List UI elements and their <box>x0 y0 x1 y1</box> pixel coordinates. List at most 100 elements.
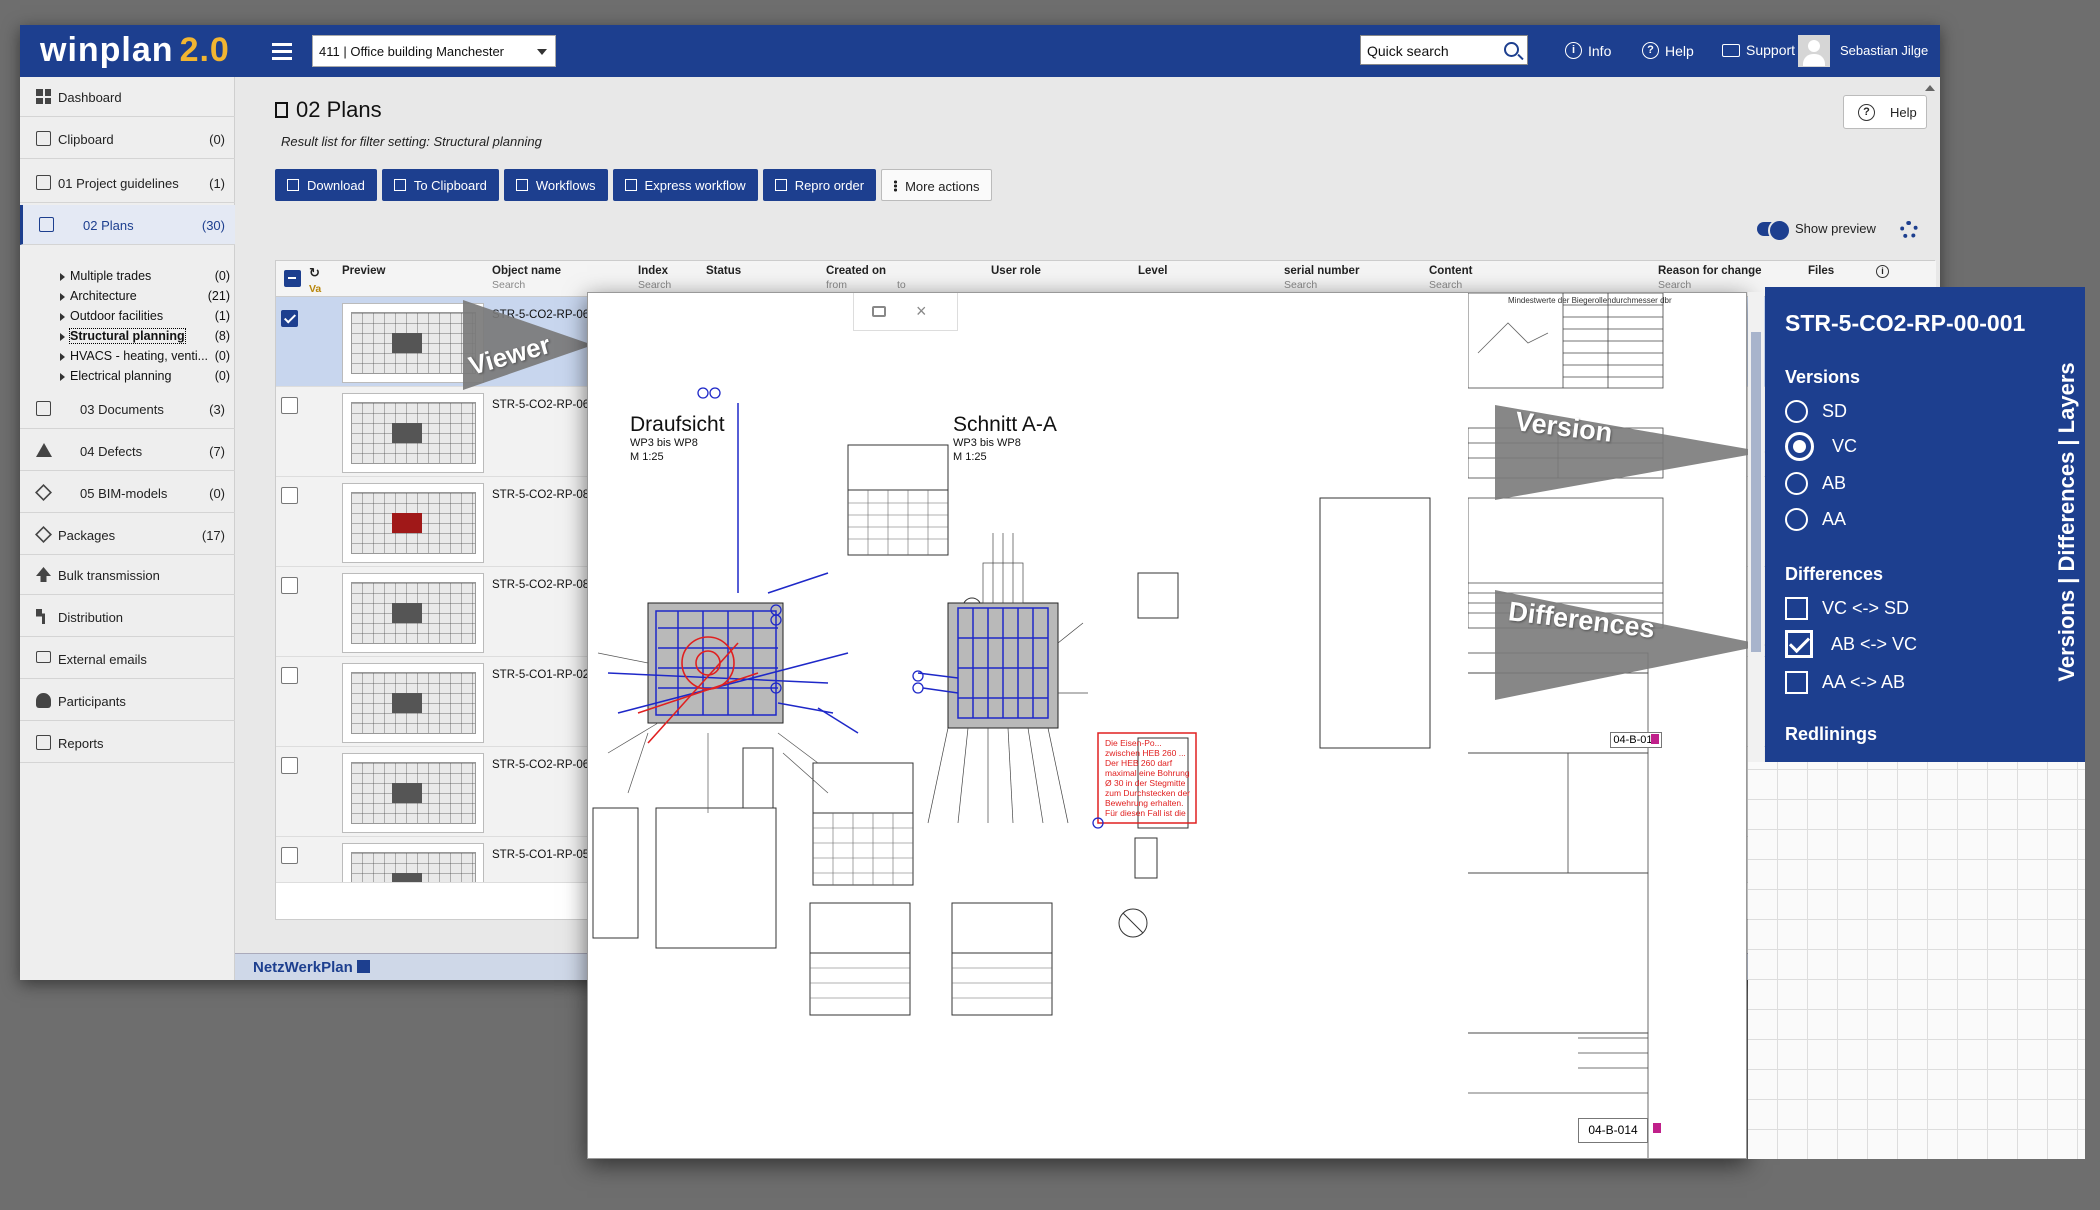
version-option-ab[interactable]: AB <box>1785 472 1846 495</box>
row-checkbox[interactable] <box>281 757 298 774</box>
reason-search[interactable]: Search <box>1658 279 1762 291</box>
plan-thumbnail[interactable] <box>342 483 484 563</box>
avatar[interactable] <box>1798 35 1830 67</box>
help-button[interactable]: ? Help <box>1843 95 1927 129</box>
hamburger-menu-icon[interactable] <box>270 39 294 63</box>
difference-option-vc-sd[interactable]: VC <-> SD <box>1785 597 1909 620</box>
more-actions-button[interactable]: More actions <box>881 169 993 201</box>
row-checkbox[interactable] <box>281 487 298 504</box>
sidebar-item-documents[interactable]: 03 Documents (3) <box>20 389 235 429</box>
plan-thumbnail[interactable] <box>342 393 484 473</box>
search-icon[interactable] <box>1504 42 1519 57</box>
checkbox[interactable] <box>1785 597 1808 620</box>
sidebar-item-dashboard[interactable]: Dashboard <box>20 77 235 117</box>
quick-search-input[interactable]: Quick search <box>1360 35 1528 65</box>
show-preview-toggle[interactable]: Show preview <box>1757 218 1876 242</box>
created-from[interactable]: from <box>826 279 847 291</box>
sub-count: (1) <box>214 309 230 323</box>
document-icon <box>624 179 637 191</box>
column-content[interactable]: Content Search <box>1429 265 1472 291</box>
panel-grid-background <box>1748 762 2085 1159</box>
sidebar-item-defects[interactable]: 04 Defects (7) <box>20 431 235 471</box>
select-all-checkbox[interactable] <box>284 270 301 287</box>
scroll-up-arrow[interactable] <box>1925 85 1935 91</box>
sidebar-item-plans[interactable]: 02 Plans (30) <box>20 205 235 245</box>
column-status[interactable]: Status <box>706 265 741 277</box>
radio-button-selected[interactable] <box>1785 432 1814 461</box>
column-preview[interactable]: Preview <box>342 265 385 277</box>
workflows-button[interactable]: Workflows <box>503 169 608 201</box>
column-level[interactable]: Level <box>1138 265 1167 277</box>
checkbox[interactable] <box>1785 671 1808 694</box>
toggle-switch[interactable] <box>1757 218 1791 242</box>
plan-thumbnail[interactable] <box>342 753 484 833</box>
row-checkbox[interactable] <box>281 397 298 414</box>
column-serial[interactable]: serial number Search <box>1284 265 1359 291</box>
column-files[interactable]: Files <box>1808 265 1834 277</box>
gear-icon[interactable] <box>1900 221 1918 239</box>
radio-button[interactable] <box>1785 508 1808 531</box>
panel-vertical-tabs[interactable]: Versions | Differences | Layers <box>2047 327 2080 727</box>
project-select[interactable]: 411 | Office building Manchester <box>312 35 556 67</box>
sidebar-item-distribution[interactable]: Distribution <box>20 597 235 637</box>
support-link[interactable]: Support <box>1722 42 1795 58</box>
panel-scrollbar[interactable] <box>1748 292 1764 762</box>
created-to[interactable]: to <box>897 279 906 291</box>
sidebar-item-guidelines[interactable]: 01 Project guidelines (1) <box>20 163 235 203</box>
repro-order-button[interactable]: Repro order <box>762 169 877 201</box>
sidebar-item-bulk[interactable]: Bulk transmission <box>20 555 235 595</box>
express-workflow-button[interactable]: Express workflow <box>612 169 758 201</box>
redlinings-heading[interactable]: Redlinings <box>1785 724 1877 745</box>
checkbox-checked[interactable] <box>1785 630 1813 658</box>
help-link[interactable]: ? Help <box>1642 42 1694 59</box>
column-created[interactable]: Created on from to <box>826 265 906 291</box>
column-index[interactable]: Index Search <box>638 265 671 291</box>
sidebar-sub-outdoor[interactable]: Outdoor facilities (1) <box>60 309 230 323</box>
download-button[interactable]: Download <box>275 169 377 201</box>
help-icon: ? <box>1858 104 1875 121</box>
sidebar-item-clipboard[interactable]: Clipboard (0) <box>20 119 235 159</box>
difference-option-aa-ab[interactable]: AA <-> AB <box>1785 671 1905 694</box>
content-search[interactable]: Search <box>1429 279 1472 291</box>
plan-thumbnail[interactable] <box>342 573 484 653</box>
object-name-search[interactable]: Search <box>492 279 561 291</box>
column-user-role[interactable]: User role <box>991 265 1041 277</box>
column-va[interactable]: ↻ Va <box>309 265 321 295</box>
radio-button[interactable] <box>1785 472 1808 495</box>
version-option-sd[interactable]: SD <box>1785 400 1847 423</box>
sidebar-sub-architecture[interactable]: Architecture (21) <box>60 289 230 303</box>
panel-vertical-label[interactable]: Versions | Differences | Layers <box>2054 332 2080 712</box>
column-object-name[interactable]: Object name Search <box>492 265 561 291</box>
sidebar-item-packages[interactable]: Packages (17) <box>20 515 235 555</box>
to-clipboard-button[interactable]: To Clipboard <box>381 169 499 201</box>
plan-thumbnail[interactable] <box>342 843 484 882</box>
row-checkbox[interactable] <box>281 667 298 684</box>
scrollbar-thumb[interactable] <box>1751 332 1761 652</box>
info-icon[interactable]: i <box>1876 265 1889 278</box>
radio-button[interactable] <box>1785 400 1808 423</box>
sidebar-sub-electrical[interactable]: Electrical planning (0) <box>60 369 230 383</box>
difference-option-ab-vc[interactable]: AB <-> VC <box>1785 630 1917 658</box>
serial-search[interactable]: Search <box>1284 279 1359 291</box>
plan-thumbnail[interactable] <box>342 663 484 743</box>
versions-heading: Versions <box>1785 367 1861 387</box>
index-search[interactable]: Search <box>638 279 671 291</box>
sidebar-item-bim[interactable]: 05 BIM-models (0) <box>20 473 235 513</box>
user-name[interactable]: Sebastian Jilge <box>1840 43 1928 58</box>
sidebar-sub-structural[interactable]: Structural planning (8) <box>60 328 230 344</box>
winplan-logo[interactable]: winplan 2.0 <box>40 31 230 70</box>
sidebar-sub-multiple-trades[interactable]: Multiple trades (0) <box>60 269 230 283</box>
toolbar: Download To Clipboard Workflows Express … <box>275 169 993 201</box>
row-checkbox[interactable] <box>281 310 298 327</box>
version-option-aa[interactable]: AA <box>1785 508 1846 531</box>
info-link[interactable]: i Info <box>1565 42 1611 59</box>
sidebar-sub-hvacs[interactable]: HVACS - heating, venti... (0) <box>60 349 230 363</box>
row-checkbox[interactable] <box>281 847 298 864</box>
column-reason[interactable]: Reason for change Search <box>1658 265 1762 291</box>
sidebar-item-count: (17) <box>201 528 225 543</box>
sidebar-item-participants[interactable]: Participants <box>20 681 235 721</box>
sidebar-item-emails[interactable]: External emails <box>20 639 235 679</box>
version-option-vc[interactable]: VC <box>1785 432 1857 461</box>
sidebar-item-reports[interactable]: Reports <box>20 723 235 763</box>
row-checkbox[interactable] <box>281 577 298 594</box>
